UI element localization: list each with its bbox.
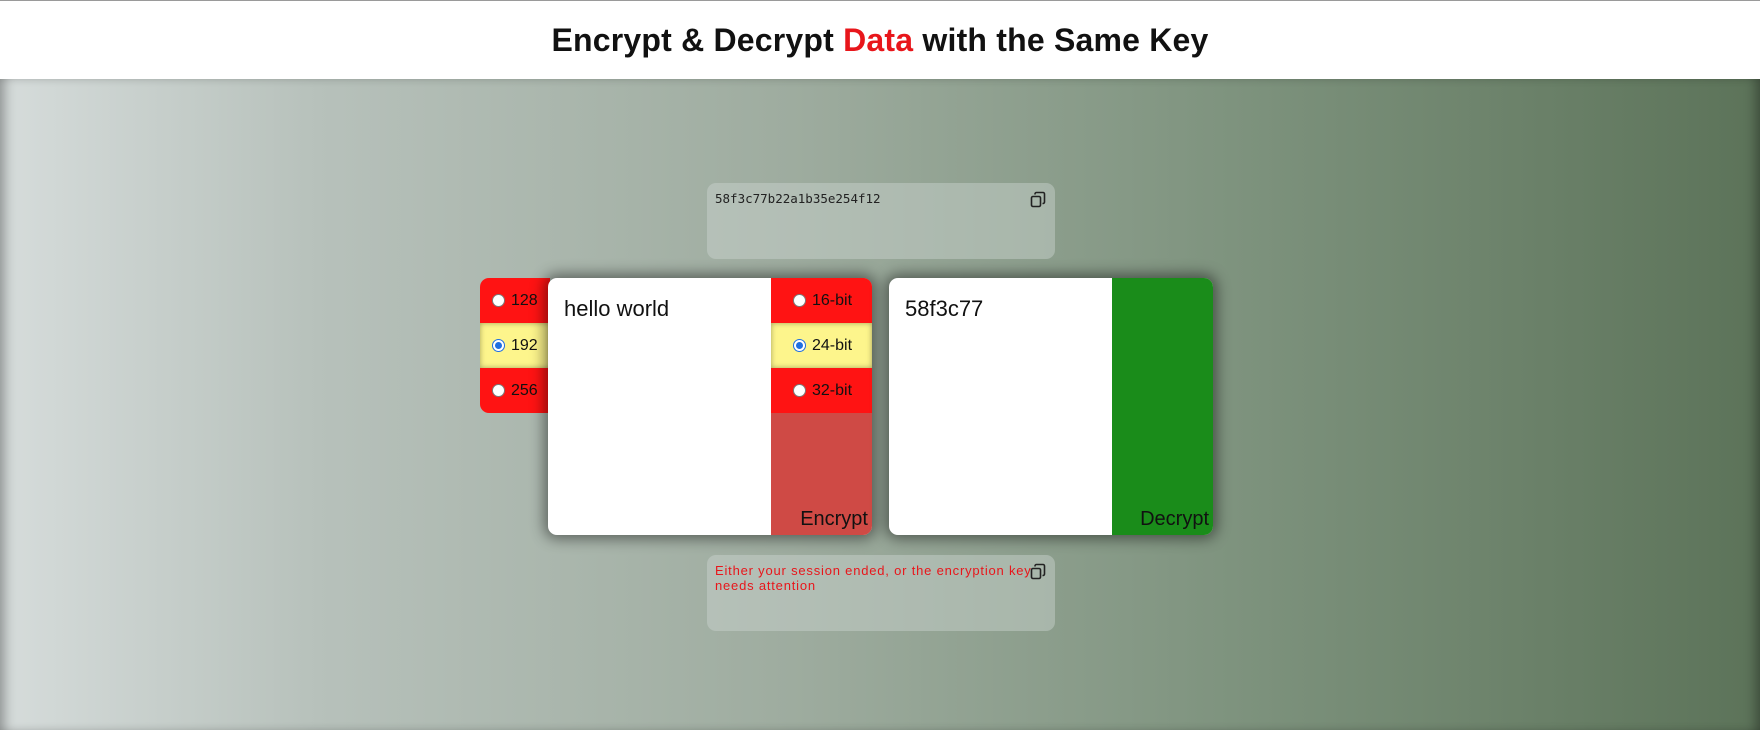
copy-icon[interactable] bbox=[1029, 563, 1047, 581]
page-title: Encrypt & Decrypt Data with the Same Key bbox=[551, 22, 1208, 59]
key-size-label: 192 bbox=[511, 336, 538, 354]
plaintext-input[interactable]: hello world bbox=[564, 296, 669, 322]
key-size-radio-128[interactable] bbox=[492, 294, 505, 307]
key-size-radio-256[interactable] bbox=[492, 384, 505, 397]
bit-option-label: 32-bit bbox=[812, 381, 853, 399]
title-part-1: Encrypt & Decrypt bbox=[551, 21, 844, 58]
key-size-option-128[interactable]: 128 bbox=[480, 278, 550, 323]
decrypt-panel: Decrypt bbox=[1112, 278, 1213, 535]
encrypt-panel: 16-bit 24-bit 32-bit Encrypt bbox=[771, 278, 872, 535]
key-size-option-256[interactable]: 256 bbox=[480, 368, 550, 413]
key-display: 58f3c77b22a1b35e254f12 bbox=[707, 183, 1055, 259]
bit-option-label: 16-bit bbox=[812, 291, 853, 309]
key-size-selector: 128 192 256 bbox=[480, 278, 550, 413]
decrypt-card: 58f3c77 Decrypt bbox=[889, 278, 1213, 535]
encrypt-card: hello world 16-bit 24-bit 32-bit Encrypt bbox=[548, 278, 872, 535]
bit-option-24[interactable]: 24-bit bbox=[771, 323, 872, 368]
copy-icon[interactable] bbox=[1029, 191, 1047, 209]
key-size-option-192[interactable]: 192 bbox=[480, 323, 550, 368]
key-size-radio-192[interactable] bbox=[492, 339, 505, 352]
key-size-label: 128 bbox=[511, 291, 538, 309]
bit-radio-32[interactable] bbox=[793, 384, 806, 397]
decrypt-button[interactable]: Decrypt bbox=[1140, 508, 1209, 531]
bit-option-32[interactable]: 32-bit bbox=[771, 368, 872, 413]
status-display: Either your session ended, or the encryp… bbox=[707, 555, 1055, 631]
key-value: 58f3c77b22a1b35e254f12 bbox=[715, 191, 881, 206]
bit-radio-24[interactable] bbox=[793, 339, 806, 352]
encrypt-button[interactable]: Encrypt bbox=[800, 508, 868, 531]
bit-option-16[interactable]: 16-bit bbox=[771, 278, 872, 323]
bit-option-label: 24-bit bbox=[812, 336, 853, 354]
main-area: 58f3c77b22a1b35e254f12 128 192 256 hello… bbox=[0, 79, 1760, 730]
key-size-label: 256 bbox=[511, 381, 538, 399]
title-part-2: with the Same Key bbox=[913, 21, 1209, 58]
title-accent: Data bbox=[843, 21, 914, 58]
bit-radio-16[interactable] bbox=[793, 294, 806, 307]
ciphertext-input[interactable]: 58f3c77 bbox=[905, 296, 983, 322]
status-message: Either your session ended, or the encryp… bbox=[715, 563, 1032, 593]
page-header: Encrypt & Decrypt Data with the Same Key bbox=[0, 0, 1760, 79]
